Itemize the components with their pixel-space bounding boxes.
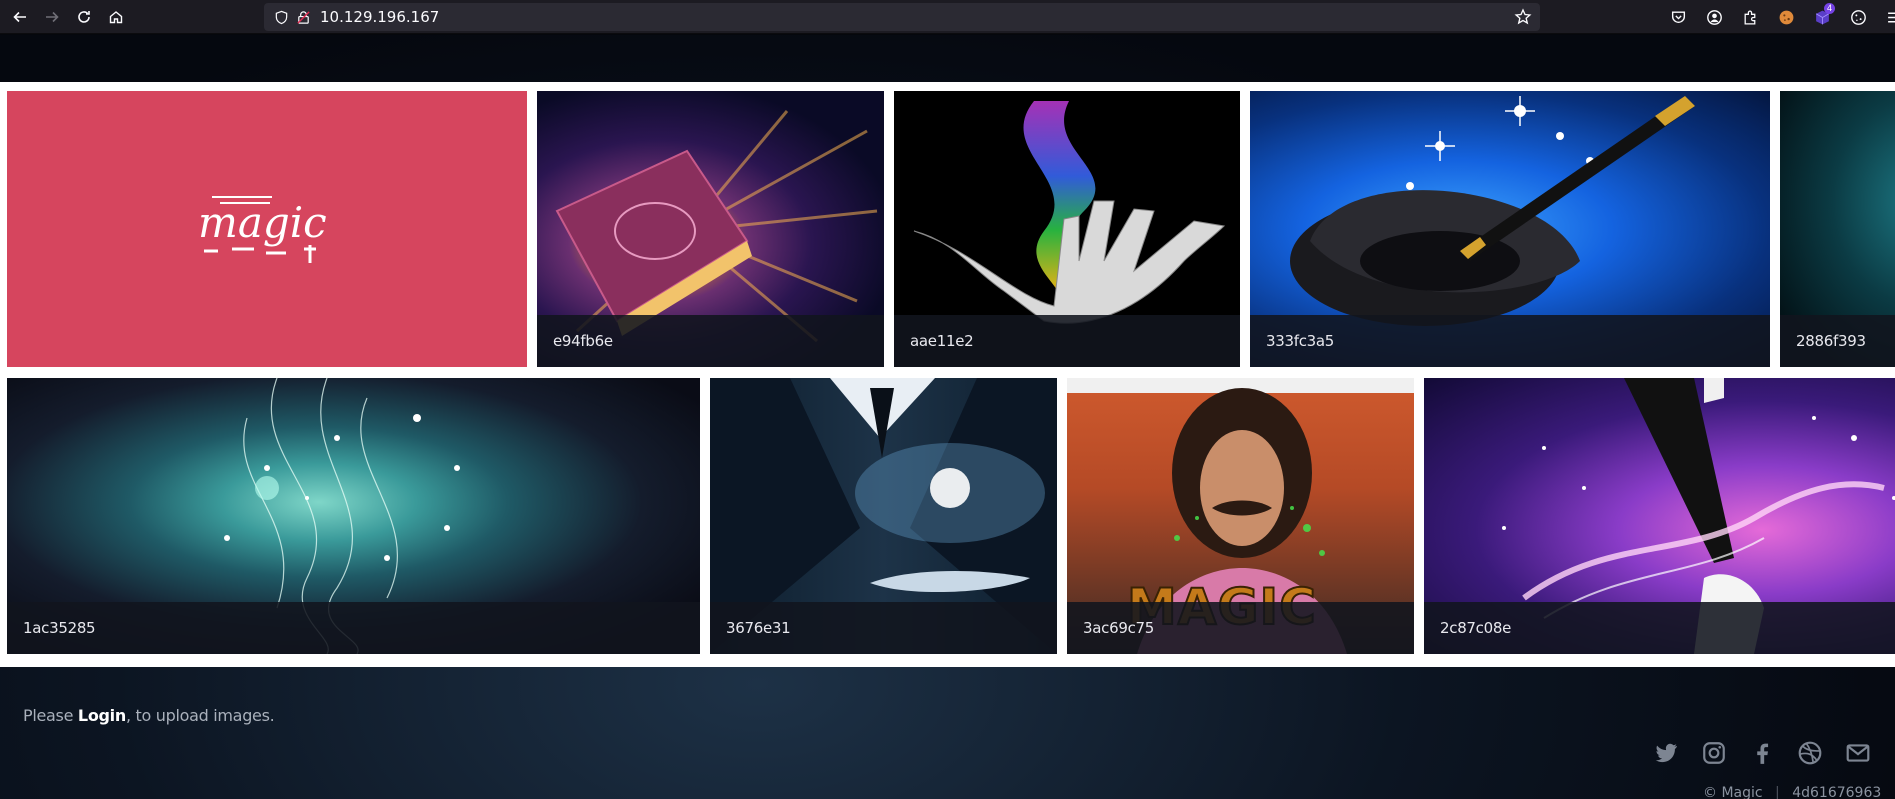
pocket-icon	[1671, 10, 1685, 23]
instagram-link[interactable]	[1701, 740, 1727, 766]
arrow-left-icon	[13, 11, 26, 22]
dribbble-link[interactable]	[1797, 740, 1823, 766]
gallery-image-card[interactable]: MAGIC 3ac69c75	[1067, 378, 1414, 654]
note-prefix: Please	[23, 706, 78, 725]
insecure-lock-icon[interactable]	[292, 6, 314, 28]
image-caption: 333fc3a5	[1250, 315, 1770, 367]
cookie-outline-icon	[1850, 9, 1866, 25]
facebook-icon	[1757, 743, 1769, 764]
shield-icon[interactable]	[270, 6, 292, 28]
image-caption: 3ac69c75	[1067, 602, 1414, 654]
account-button[interactable]	[1696, 0, 1732, 34]
cookie-icon	[1779, 10, 1793, 24]
email-link[interactable]	[1845, 740, 1871, 766]
back-button[interactable]	[6, 3, 34, 31]
mail-icon	[1846, 744, 1870, 762]
twitter-icon	[1655, 743, 1677, 763]
note-suffix: , to upload images.	[125, 706, 275, 725]
image-caption: 1ac35285	[7, 602, 700, 654]
cookie-manager-button[interactable]	[1840, 0, 1876, 34]
image-gallery: magic e94fb6e aae11e2 333fc3a5 2886f393 …	[0, 82, 1895, 667]
image-caption: 2886f393	[1780, 315, 1895, 367]
page-background: magic e94fb6e aae11e2 333fc3a5 2886f393 …	[0, 35, 1895, 799]
cookie-extension-button[interactable]	[1768, 0, 1804, 34]
copyright-line: © Magic | 4d61676963	[1703, 785, 1881, 799]
gallery-image-card[interactable]: 2886f393	[1780, 91, 1895, 367]
image-caption: 3676e31	[710, 602, 1057, 654]
toolbar-extensions: 4	[1660, 0, 1895, 34]
instagram-icon	[1703, 742, 1725, 764]
arrow-right-icon	[46, 11, 59, 22]
gallery-image-card[interactable]: 2c87c08e	[1424, 378, 1895, 654]
image-caption: aae11e2	[894, 315, 1240, 367]
copyright-text: © Magic	[1703, 785, 1763, 799]
home-icon	[109, 10, 123, 23]
facebook-link[interactable]	[1749, 740, 1775, 766]
home-button[interactable]	[102, 3, 130, 31]
dribbble-icon	[1798, 741, 1822, 765]
hack-extension-button[interactable]: 4	[1804, 0, 1840, 34]
image-caption: e94fb6e	[537, 315, 884, 367]
address-bar[interactable]: 10.129.196.167	[264, 3, 1540, 31]
magic-logo: magic	[198, 196, 327, 263]
pocket-button[interactable]	[1660, 0, 1696, 34]
upload-login-note: Please Login, to upload images.	[23, 706, 275, 725]
hamburger-icon	[1887, 12, 1895, 22]
image-caption: 2c87c08e	[1424, 602, 1895, 654]
app-menu-button[interactable]	[1876, 0, 1895, 34]
login-link[interactable]: Login	[78, 706, 126, 725]
footer-hash: 4d61676963	[1792, 785, 1882, 799]
gallery-image-card[interactable]: 1ac35285	[7, 378, 700, 654]
extensions-button[interactable]	[1732, 0, 1768, 34]
gallery-image-card[interactable]: e94fb6e	[537, 91, 884, 367]
reload-icon	[78, 10, 90, 23]
forward-button[interactable]	[38, 3, 66, 31]
browser-toolbar: 10.129.196.167 4	[0, 0, 1895, 34]
reload-button[interactable]	[70, 3, 98, 31]
gallery-image-card[interactable]: 3676e31	[710, 378, 1057, 654]
logo-text: magic	[198, 198, 327, 247]
footer-divider: |	[1775, 785, 1780, 799]
bookmark-star-icon[interactable]	[1514, 8, 1532, 26]
gallery-image-card[interactable]: aae11e2	[894, 91, 1240, 367]
social-links	[1653, 738, 1893, 768]
account-icon	[1706, 9, 1722, 25]
url-text[interactable]: 10.129.196.167	[320, 8, 439, 26]
gallery-image-card[interactable]: 333fc3a5	[1250, 91, 1770, 367]
extension-badge: 4	[1823, 3, 1835, 14]
site-logo-tile[interactable]: magic	[7, 91, 527, 367]
twitter-link[interactable]	[1653, 740, 1679, 766]
puzzle-icon	[1744, 10, 1755, 25]
